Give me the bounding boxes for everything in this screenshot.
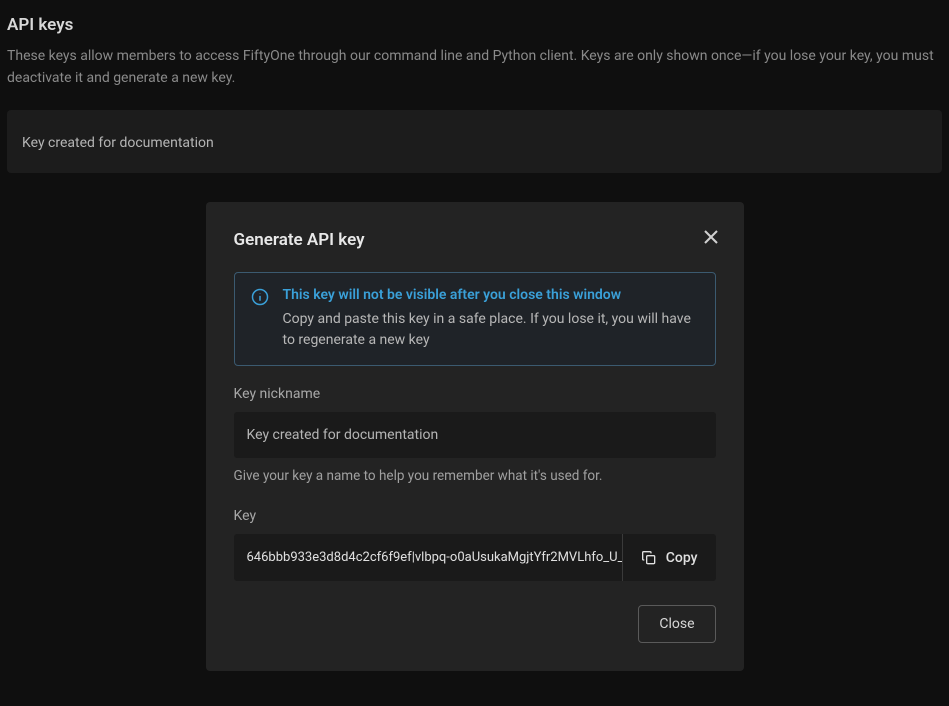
modal-title: Generate API key [234, 230, 716, 250]
info-icon [251, 287, 269, 351]
key-value[interactable]: 646bbb933e3d8d4c2cf6f9ef|vlbpq-o0aUsukaM… [234, 534, 622, 581]
close-icon [704, 230, 718, 244]
info-content: This key will not be visible after you c… [283, 287, 699, 351]
info-description: Copy and paste this key in a safe place.… [283, 309, 699, 351]
key-row: 646bbb933e3d8d4c2cf6f9ef|vlbpq-o0aUsukaM… [234, 534, 716, 581]
nickname-input[interactable] [234, 412, 716, 458]
nickname-hint: Give your key a name to help you remembe… [234, 468, 716, 484]
info-title: This key will not be visible after you c… [283, 287, 699, 303]
copy-icon [641, 550, 657, 566]
generate-api-key-modal: Generate API key This key will not be vi… [206, 202, 744, 671]
nickname-label: Key nickname [234, 386, 716, 402]
copy-label: Copy [666, 550, 698, 566]
key-label: Key [234, 508, 716, 524]
modal-overlay: Generate API key This key will not be vi… [0, 0, 949, 706]
copy-button[interactable]: Copy [622, 534, 716, 581]
modal-close-button[interactable] [700, 226, 722, 248]
modal-footer: Close [234, 605, 716, 643]
info-alert: This key will not be visible after you c… [234, 272, 716, 366]
close-button[interactable]: Close [638, 605, 715, 643]
